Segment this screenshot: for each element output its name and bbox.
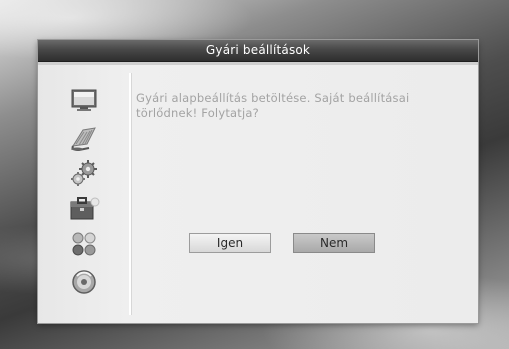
info-disc-icon[interactable] [67, 268, 101, 296]
dialog-title: Gyári beállítások [38, 40, 478, 62]
tv-screen-icon[interactable] [67, 86, 101, 114]
gears-icon[interactable] [67, 159, 101, 187]
yes-button[interactable]: Igen [189, 233, 271, 253]
no-button[interactable]: Nem [293, 233, 375, 253]
confirmation-message: Gyári alapbeállítás betöltése. Saját beá… [136, 91, 410, 120]
dialog-content: Gyári alapbeállítás betöltése. Saját beá… [38, 65, 478, 323]
game-circles-icon[interactable] [67, 230, 101, 258]
settings-sidebar [38, 65, 128, 323]
antenna-dish-icon[interactable] [67, 124, 101, 152]
sidebar-divider [129, 73, 131, 315]
toolbox-icon[interactable] [67, 194, 101, 222]
factory-reset-dialog: Gyári beállítások Gyári alapbeállítás be… [38, 40, 478, 323]
